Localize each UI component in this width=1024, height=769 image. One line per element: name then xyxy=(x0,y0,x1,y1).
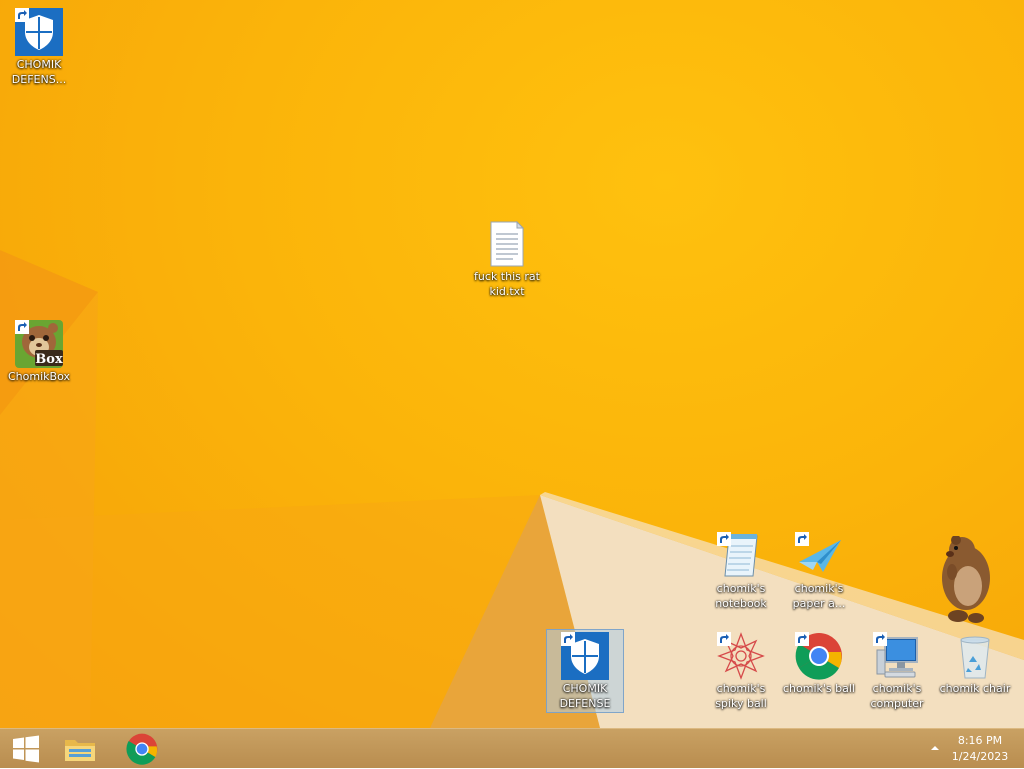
desktop-icon-chomik-defense-top[interactable]: CHOMIK DEFENS... xyxy=(0,6,78,89)
shortcut-arrow-icon xyxy=(717,632,731,646)
wallpaper xyxy=(0,250,1024,728)
icon-label: fuck this rat kid.txt xyxy=(474,270,540,298)
hamster-figure xyxy=(942,536,990,623)
icon-label: CHOMIK DEFENS... xyxy=(11,58,67,86)
icon-label: chomik's computer xyxy=(870,682,924,710)
shortcut-arrow-icon xyxy=(561,632,575,646)
desktop[interactable]: CHOMIK DEFENS... fuck this rat kid.txt B… xyxy=(0,0,1024,728)
folder-icon xyxy=(65,740,95,761)
desktop-icon-chomik-ball[interactable]: chomik's ball xyxy=(780,630,858,698)
clock-time: 8:16 PM xyxy=(957,734,1003,747)
shortcut-arrow-icon xyxy=(795,532,809,546)
shortcut-arrow-icon xyxy=(795,632,809,646)
chrome-icon xyxy=(126,733,158,765)
recycle-bin-icon xyxy=(960,636,990,679)
desktop-icon-text-file[interactable]: fuck this rat kid.txt xyxy=(468,218,546,301)
desktop-icon-chomik-defense-selected[interactable]: CHOMIK DEFENSE xyxy=(546,629,624,713)
start-button[interactable] xyxy=(0,729,52,769)
desktop-icon-notebook[interactable]: chomik's notebook xyxy=(702,530,780,613)
icon-label: chomik's paper a... xyxy=(792,582,846,610)
shortcut-arrow-icon xyxy=(873,632,887,646)
taskbar: 8:16 PM 1/24/2023 xyxy=(0,728,1024,768)
icon-label: chomik's ball xyxy=(783,682,855,695)
desktop-icon-spiky-ball[interactable]: chomik's spiky ball xyxy=(702,630,780,713)
show-hidden-icons-icon[interactable] xyxy=(928,741,942,755)
shortcut-arrow-icon xyxy=(717,532,731,546)
icon-label: CHOMIK DEFENSE xyxy=(559,682,611,710)
desktop-icon-chomikbox[interactable]: Box ChomikBox xyxy=(0,318,78,386)
text-file-icon xyxy=(490,220,525,267)
chrome-taskbar-button[interactable] xyxy=(116,729,168,769)
icon-label: chomik's notebook xyxy=(715,582,767,610)
desktop-icon-paper-airplane[interactable]: chomik's paper a... xyxy=(780,530,858,613)
icon-label: chomik's spiky ball xyxy=(715,682,767,710)
clock-date: 1/24/2023 xyxy=(951,750,1009,763)
shortcut-arrow-icon xyxy=(15,8,29,22)
desktop-icon-recycle-bin[interactable]: chomik chair xyxy=(936,630,1014,698)
shortcut-arrow-icon xyxy=(15,320,29,334)
file-explorer-button[interactable] xyxy=(54,729,106,769)
desktop-icon-computer[interactable]: chomik's computer xyxy=(858,630,936,713)
windows-logo-icon xyxy=(13,735,39,763)
icon-label: chomik chair xyxy=(939,682,1011,695)
icon-label: ChomikBox xyxy=(8,370,70,383)
system-clock[interactable]: 8:16 PM 1/24/2023 xyxy=(945,733,1015,765)
svg-text:Box: Box xyxy=(35,352,63,367)
